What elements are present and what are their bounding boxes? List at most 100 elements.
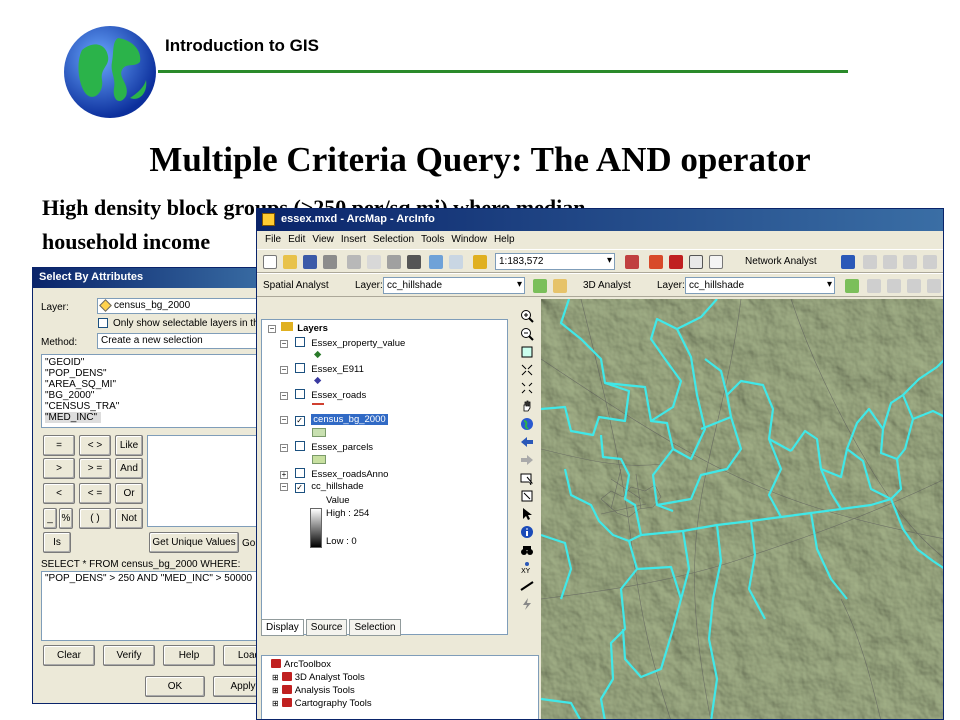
contour-icon[interactable] — [553, 279, 567, 293]
menu-edit[interactable]: Edit — [288, 234, 305, 246]
delete-icon[interactable] — [407, 255, 421, 269]
steepest-path-icon[interactable] — [867, 279, 881, 293]
fixed-zoom-icon[interactable] — [520, 345, 534, 359]
operator-or-button[interactable]: Or — [115, 483, 143, 504]
fixed-zoom-in-icon[interactable] — [520, 363, 534, 377]
operator-parens-button[interactable]: ( ) — [79, 508, 111, 529]
arcmap-titlebar[interactable]: essex.mxd - ArcMap - ArcInfo — [257, 209, 943, 231]
query-textarea[interactable]: "POP_DENS" > 250 AND "MED_INC" > 50000 — [41, 571, 271, 641]
only-selectable-checkbox[interactable] — [98, 318, 108, 328]
find-binoculars-icon[interactable] — [520, 543, 534, 557]
full-extent-globe-icon[interactable] — [520, 417, 534, 431]
network-tool-icon[interactable] — [863, 255, 877, 269]
menu-window[interactable]: Window — [451, 234, 487, 246]
print-icon[interactable] — [323, 255, 337, 269]
layer-visibility-checkbox[interactable] — [294, 468, 305, 478]
layer-visibility-checkbox[interactable] — [294, 363, 305, 373]
profile-graph-icon[interactable] — [927, 279, 941, 293]
unique-values-list[interactable] — [147, 435, 271, 527]
layer-select[interactable]: census_bg_2000 — [97, 298, 271, 314]
toc-layer-row[interactable]: − Essex_E911 — [280, 363, 364, 375]
interpolate-line-icon[interactable] — [907, 279, 921, 293]
operator-like-button[interactable]: Like — [115, 435, 143, 456]
save-icon[interactable] — [303, 255, 317, 269]
ok-button[interactable]: OK — [145, 676, 205, 697]
select-features-icon[interactable] — [520, 471, 534, 485]
field-item[interactable]: "GEOID" — [45, 357, 271, 368]
network-extra-icon[interactable] — [923, 255, 937, 269]
operator-not-equal-button[interactable]: < > — [79, 435, 111, 456]
get-unique-values-button[interactable]: Get Unique Values — [149, 532, 239, 553]
field-item[interactable]: "MED_INC" — [45, 412, 101, 423]
spatial-analyst-menu[interactable]: Spatial Analyst — [263, 280, 329, 291]
toolbox-root-row[interactable]: ArcToolbox — [268, 659, 331, 670]
clear-selection-icon[interactable] — [520, 489, 534, 503]
dialog-titlebar[interactable]: Select By Attributes — [33, 268, 271, 288]
pan-hand-icon[interactable] — [520, 399, 534, 413]
operator-underscore-button[interactable]: _ — [43, 508, 57, 529]
menu-file[interactable]: File — [265, 234, 281, 246]
toc-root-row[interactable]: − Layers — [268, 322, 328, 334]
map-display[interactable] — [541, 299, 944, 720]
operator-equal-button[interactable]: = — [43, 435, 75, 456]
menu-selection[interactable]: Selection — [373, 234, 414, 246]
paste-icon[interactable] — [387, 255, 401, 269]
hyperlink-lightning-icon[interactable] — [520, 597, 534, 611]
tab-source[interactable]: Source — [305, 619, 348, 636]
network-grid-icon[interactable] — [903, 255, 917, 269]
network-window-icon[interactable] — [883, 255, 897, 269]
menu-tools[interactable]: Tools — [421, 234, 444, 246]
forward-extent-arrow-icon[interactable] — [520, 453, 534, 467]
editor-icon[interactable] — [625, 255, 639, 269]
redo-icon[interactable] — [449, 255, 463, 269]
network-analyst-menu[interactable]: Network Analyst — [745, 256, 817, 267]
toc-layer-row[interactable]: − Essex_property_value — [280, 337, 405, 349]
menu-help[interactable]: Help — [494, 234, 515, 246]
3d-analyst-menu[interactable]: 3D Analyst — [583, 280, 631, 291]
help-button[interactable]: Help — [163, 645, 215, 666]
zoom-out-icon[interactable] — [520, 327, 534, 341]
arctoolbox-icon[interactable] — [669, 255, 683, 269]
toc-layer-row[interactable]: − ✓ cc_hillshade — [280, 481, 364, 493]
fields-list[interactable]: "GEOID" "POP_DENS" "AREA_SQ_MI" "BG_2000… — [41, 354, 271, 428]
operator-not-button[interactable]: Not — [115, 508, 143, 529]
cut-icon[interactable] — [347, 255, 361, 269]
layer-visibility-checkbox[interactable] — [294, 389, 305, 399]
verify-button[interactable]: Verify — [103, 645, 155, 666]
layer-visibility-checkbox-checked[interactable]: ✓ — [294, 416, 305, 426]
operator-is-button[interactable]: Is — [43, 532, 71, 553]
copy-icon[interactable] — [367, 255, 381, 269]
add-data-icon[interactable] — [473, 255, 487, 269]
3d-contour-icon[interactable] — [845, 279, 859, 293]
menu-insert[interactable]: Insert — [341, 234, 366, 246]
map-scale-combo[interactable]: 1:183,572 — [495, 253, 615, 270]
toc-layer-row[interactable]: + Essex_roadsAnno — [280, 468, 388, 480]
measure-icon[interactable] — [520, 579, 534, 593]
open-folder-icon[interactable] — [283, 255, 297, 269]
toc-layer-row[interactable]: − ✓ census_bg_2000 — [280, 414, 388, 426]
identify-info-icon[interactable] — [520, 525, 534, 539]
clear-button[interactable]: Clear — [43, 645, 95, 666]
undo-icon[interactable] — [429, 255, 443, 269]
new-document-icon[interactable] — [263, 255, 277, 269]
toc-layer-row[interactable]: − Essex_roads — [280, 389, 366, 401]
arccatalog-icon[interactable] — [649, 255, 663, 269]
go-to-xy-icon[interactable]: XY — [520, 561, 534, 575]
zoom-in-icon[interactable] — [520, 309, 534, 323]
layer-visibility-checkbox[interactable] — [294, 441, 305, 451]
field-item[interactable]: "POP_DENS" — [45, 368, 271, 379]
spatial-layer-combo[interactable]: cc_hillshade — [383, 277, 525, 294]
3d-layer-combo[interactable]: cc_hillshade — [685, 277, 835, 294]
field-item[interactable]: "AREA_SQ_MI" — [45, 379, 271, 390]
toolbox-item[interactable]: ⊞ Cartography Tools — [272, 698, 372, 709]
histogram-icon[interactable] — [533, 279, 547, 293]
select-elements-arrow-icon[interactable] — [520, 507, 534, 521]
operator-less-button[interactable]: < — [43, 483, 75, 504]
menu-view[interactable]: View — [312, 234, 334, 246]
toc-layer-row[interactable]: − Essex_parcels — [280, 441, 373, 453]
tab-selection[interactable]: Selection — [349, 619, 401, 636]
fixed-zoom-out-icon[interactable] — [520, 381, 534, 395]
tab-display[interactable]: Display — [261, 619, 304, 636]
command-line-icon[interactable] — [689, 255, 703, 269]
operator-less-equal-button[interactable]: < = — [79, 483, 111, 504]
